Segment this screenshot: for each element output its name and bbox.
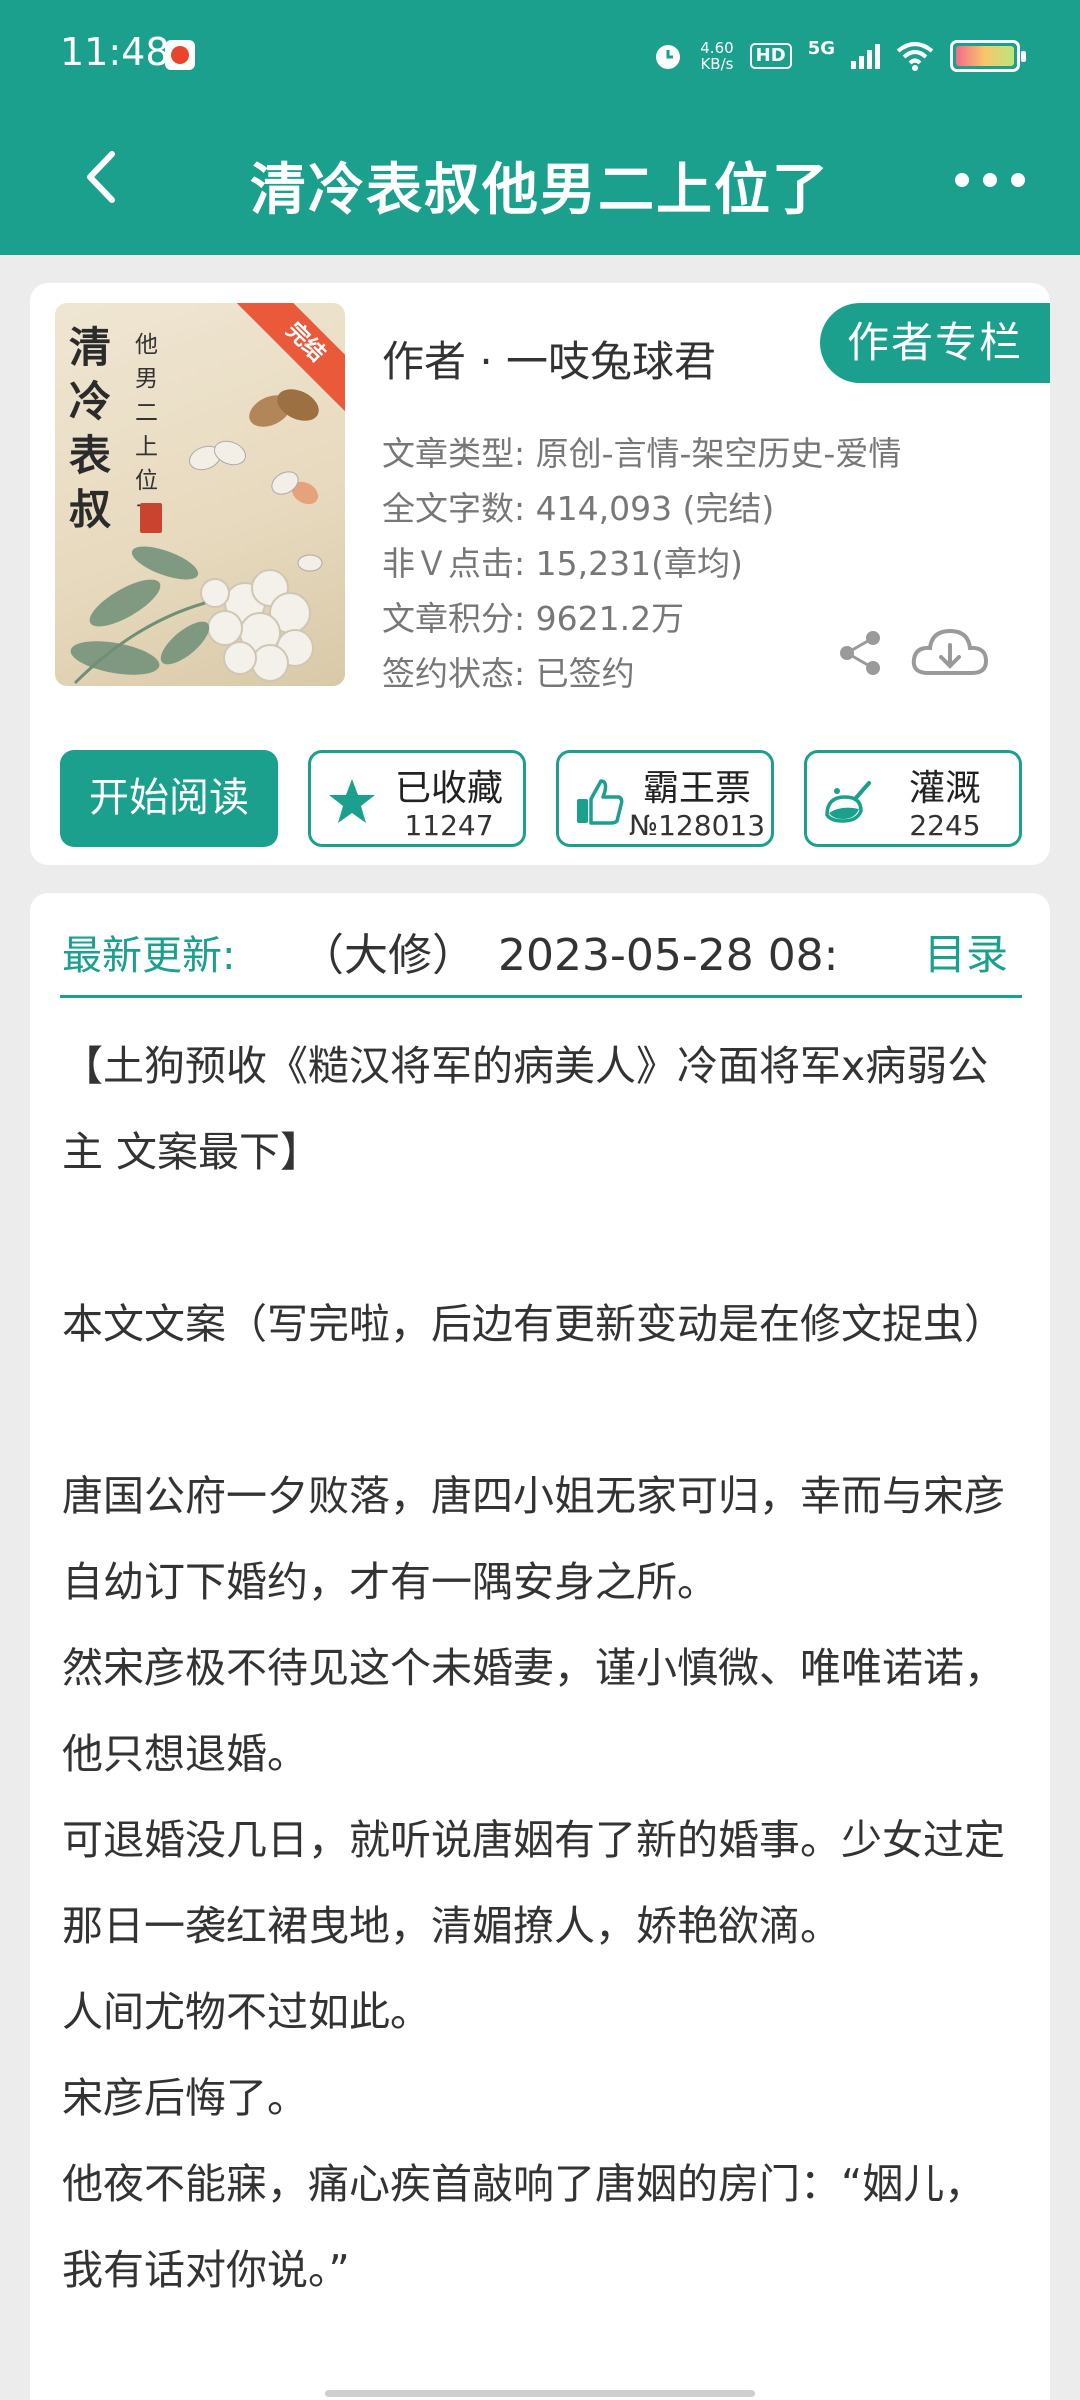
favorite-count: 11247	[404, 809, 494, 842]
latest-update-chapter[interactable]: （大修） 2023-05-28 08:	[300, 919, 865, 979]
synopsis-paragraph: 然宋彦极不待见这个未婚妻，谨小慎微、唯唯诺诺，他只想退婚。	[62, 1644, 1005, 1778]
favorite-button[interactable]: 已收藏 11247	[308, 750, 526, 847]
book-info-card: 清冷表叔 他男二上位了 完结 作者 · 一吱兔球君 作者专栏 文章类型: 原创-…	[30, 283, 1050, 865]
thumbs-up-icon	[577, 779, 624, 825]
bawang-ticket-count: №128013	[629, 809, 766, 842]
status-icons: 4.60 KB/s HD 5G	[652, 34, 1026, 78]
synopsis-card: 最新更新: （大修） 2023-05-28 08: 目录 【土狗预收《糙汉将军的…	[30, 893, 1050, 2400]
favorite-label: 已收藏	[394, 768, 503, 809]
meta-words: 全文字数: 414,093 (完结)	[382, 489, 775, 528]
cover-seal	[140, 503, 162, 533]
latest-update-label: 最新更新:	[62, 933, 236, 979]
cover-subtitle: 他男二上位了	[135, 332, 158, 528]
synopsis-paragraph: 唐国公府一夕败落，唐四小姐无家可归，幸而与宋彦自幼订下婚约，才有一隅安身之所。	[62, 1472, 1005, 1606]
bawang-ticket-label: 霸王票	[642, 768, 751, 809]
book-meta: 文章类型: 原创-言情-架空历史-爱情 全文字数: 414,093 (完结) 非…	[382, 426, 901, 701]
irrigate-button[interactable]: 灌溉 2245	[804, 750, 1022, 847]
net-speed-value: 4.60	[700, 39, 734, 57]
net-speed: 4.60 KB/s	[700, 40, 733, 72]
signal-icon	[851, 43, 880, 69]
author-column-button[interactable]: 作者专栏	[820, 303, 1050, 383]
star-icon	[329, 779, 375, 823]
synopsis-paragraph: 可退婚没几日，就听说唐姻有了新的婚事。少女过定那日一袭红裙曳地，清媚撩人，娇艳欲…	[62, 1816, 1005, 1950]
nav-bar: 清冷表叔他男二上位了	[0, 120, 1080, 240]
status-bar: 11:48 4.60 KB/s HD 5G	[0, 0, 1080, 115]
synopsis-paragraph	[62, 1367, 1022, 1453]
share-icon[interactable]	[835, 628, 885, 678]
book-cover[interactable]: 清冷表叔 他男二上位了 完结	[55, 303, 345, 686]
synopsis-paragraph: 他夜不能寐，痛心疾首敲响了唐姻的房门：“姻儿，我有话对你说。”	[62, 2160, 986, 2294]
synopsis-paragraph: 【土狗预收《糙汉将军的病美人》冷面将军x病弱公主 文案最下】	[62, 1042, 989, 1176]
synopsis-paragraph: 本文文案（写完啦，后边有更新变动是在修文捉虫）	[62, 1300, 1005, 1348]
notification-app-icon	[165, 40, 195, 70]
cover-title: 清冷表叔	[69, 323, 112, 534]
network-type: 5G	[807, 37, 835, 59]
page-title: 清冷表叔他男二上位了	[250, 158, 830, 223]
alarm-icon	[656, 45, 681, 69]
author-name[interactable]: 作者 · 一吱兔球君	[382, 328, 716, 389]
app-header: 11:48 4.60 KB/s HD 5G 清冷表叔他男二上位了	[0, 0, 1080, 255]
hd-icon: HD	[749, 43, 792, 69]
battery-icon	[950, 40, 1026, 72]
irrigate-count: 2245	[909, 809, 981, 842]
meta-score: 文章积分: 9621.2万	[382, 599, 685, 638]
cloud-download-icon[interactable]	[910, 623, 990, 683]
watering-icon	[825, 781, 871, 823]
home-indicator[interactable]	[325, 2390, 755, 2397]
more-icon[interactable]	[955, 160, 1025, 200]
net-speed-unit: KB/s	[700, 55, 734, 73]
bawang-ticket-button[interactable]: 霸王票 №128013	[556, 750, 774, 847]
synopsis-paragraph: 人间尤物不过如此。	[62, 1988, 431, 2036]
irrigate-label: 灌溉	[908, 768, 981, 809]
catalog-link[interactable]: 目录	[924, 921, 1008, 982]
synopsis-paragraph	[62, 1195, 1022, 1281]
synopsis-paragraph: 宋彦后悔了。	[62, 2074, 308, 2122]
wifi-icon	[896, 42, 934, 71]
status-time: 11:48	[60, 30, 170, 74]
meta-clicks: 非Ｖ点击: 15,231(章均)	[382, 544, 743, 583]
meta-sign: 签约状态: 已签约	[382, 654, 635, 693]
book-synopsis: 【土狗预收《糙汉将军的病美人》冷面将军x病弱公主 文案最下】 本文文案（写完啦，…	[62, 1023, 1022, 2313]
meta-type: 文章类型: 原创-言情-架空历史-爱情	[382, 434, 902, 473]
start-reading-button[interactable]: 开始阅读	[60, 750, 278, 847]
divider	[60, 995, 1022, 998]
